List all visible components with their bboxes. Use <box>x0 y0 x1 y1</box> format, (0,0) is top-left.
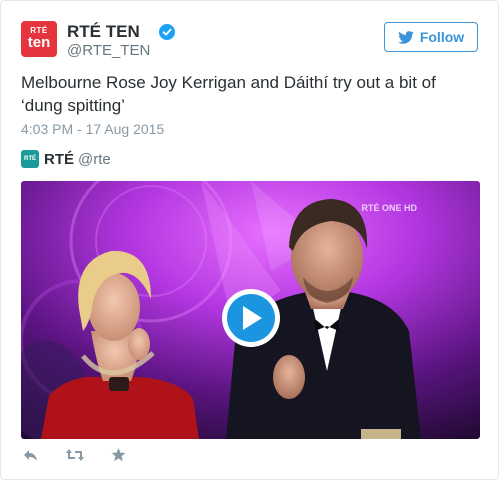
follow-button[interactable]: Follow <box>384 22 478 52</box>
tweet-actions <box>23 448 126 462</box>
video-player[interactable]: RTÉ ONE HD <box>21 181 480 439</box>
favorite-icon[interactable] <box>111 448 126 462</box>
verified-badge-icon <box>159 24 175 40</box>
tweet-header: RTÉ ten RTÉ TEN @RTE_TEN Follow <box>21 21 478 61</box>
account-handle[interactable]: @RTE_TEN <box>67 42 150 59</box>
play-button-icon[interactable] <box>222 289 280 347</box>
account-display-name[interactable]: RTÉ TEN <box>67 22 140 42</box>
tweet-card: RTÉ ten RTÉ TEN @RTE_TEN Follow Melbourn… <box>0 0 499 480</box>
tweet-timestamp[interactable]: 4:03 PM - 17 Aug 2015 <box>21 121 164 137</box>
video-thumbnail: RTÉ ONE HD <box>21 181 480 439</box>
video-source[interactable]: RTÉ RTÉ @rte <box>21 149 111 169</box>
source-handle: @rte <box>78 150 111 168</box>
source-avatar: RTÉ <box>21 150 39 168</box>
avatar-logo-line2: ten <box>27 34 51 51</box>
reply-icon[interactable] <box>23 448 39 462</box>
twitter-bird-icon <box>398 30 414 44</box>
source-name: RTÉ <box>44 150 74 168</box>
tweet-text: Melbourne Rose Joy Kerrigan and Dáithí t… <box>21 73 436 115</box>
channel-watermark: RTÉ ONE HD <box>361 203 417 213</box>
account-avatar[interactable]: RTÉ ten <box>21 21 57 57</box>
follow-label: Follow <box>419 29 465 45</box>
retweet-icon[interactable] <box>65 448 85 462</box>
